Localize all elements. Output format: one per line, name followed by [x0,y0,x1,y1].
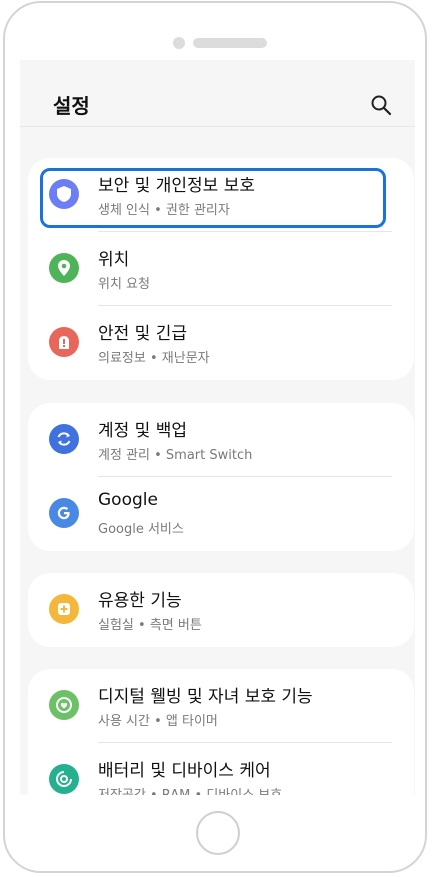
device-care-icon [49,764,79,794]
settings-group-wellbeing: 디지털 웰빙 및 자녀 보호 기능 사용 시간 • 앱 타이머 배터리 및 디바… [28,669,414,795]
wellbeing-heart-icon [49,690,79,720]
settings-item-location[interactable]: 위치 위치 요청 [28,232,414,304]
settings-item-advanced-features[interactable]: 유용한 기능 실험실 • 측면 버튼 [28,573,414,645]
item-label: 안전 및 긴급 [98,324,188,344]
location-pin-icon [49,253,79,283]
sync-icon [49,424,79,454]
search-icon[interactable] [370,94,392,116]
google-icon [49,498,79,528]
settings-item-google[interactable]: Google Google 서비스 [28,477,414,549]
header: 설정 [20,60,415,127]
settings-item-safety-emergency[interactable]: 안전 및 긴급 의료정보 • 재난문자 [28,306,414,378]
item-label: 유용한 기능 [98,591,182,611]
settings-group-accounts: 계정 및 백업 계정 관리 • Smart Switch Google Goog… [28,403,414,551]
item-label: Google [98,490,158,510]
item-sublabel: 저장공간 • RAM • 디바이스 보호 [98,784,282,795]
settings-item-digital-wellbeing[interactable]: 디지털 웰빙 및 자녀 보호 기능 사용 시간 • 앱 타이머 [28,669,414,741]
settings-item-battery-device-care[interactable]: 배터리 및 디바이스 케어 저장공간 • RAM • 디바이스 보호 [28,743,414,795]
item-sublabel: 의료정보 • 재난문자 [98,351,210,366]
front-camera [173,37,185,49]
settings-group-advanced: 유용한 기능 실험실 • 측면 버튼 [28,573,414,647]
settings-item-accounts-backup[interactable]: 계정 및 백업 계정 관리 • Smart Switch [28,403,414,475]
item-label: 계정 및 백업 [98,421,188,441]
item-label: 위치 [98,250,130,270]
home-button[interactable] [196,811,240,855]
item-label: 배터리 및 디바이스 케어 [98,761,271,781]
item-sublabel: 계정 관리 • Smart Switch [98,448,253,463]
item-sublabel: 실험실 • 측면 버튼 [98,618,202,633]
puzzle-plus-icon [49,594,79,624]
page-title: 설정 [53,94,90,118]
emergency-alert-icon [49,327,79,357]
phone-frame: 설정 보안 및 개인정보 보호 생체 인식 • 권한 관리자 위치 위치 요청 … [3,1,427,873]
item-sublabel: 위치 요청 [98,277,150,292]
item-sublabel: 사용 시간 • 앱 타이머 [98,714,218,729]
focus-highlight [40,168,386,228]
item-sublabel: Google 서비스 [98,522,184,537]
item-label: 디지털 웰빙 및 자녀 보호 기능 [98,687,313,707]
settings-screen: 설정 보안 및 개인정보 보호 생체 인식 • 권한 관리자 위치 위치 요청 … [20,60,415,795]
earpiece-speaker [193,38,267,48]
